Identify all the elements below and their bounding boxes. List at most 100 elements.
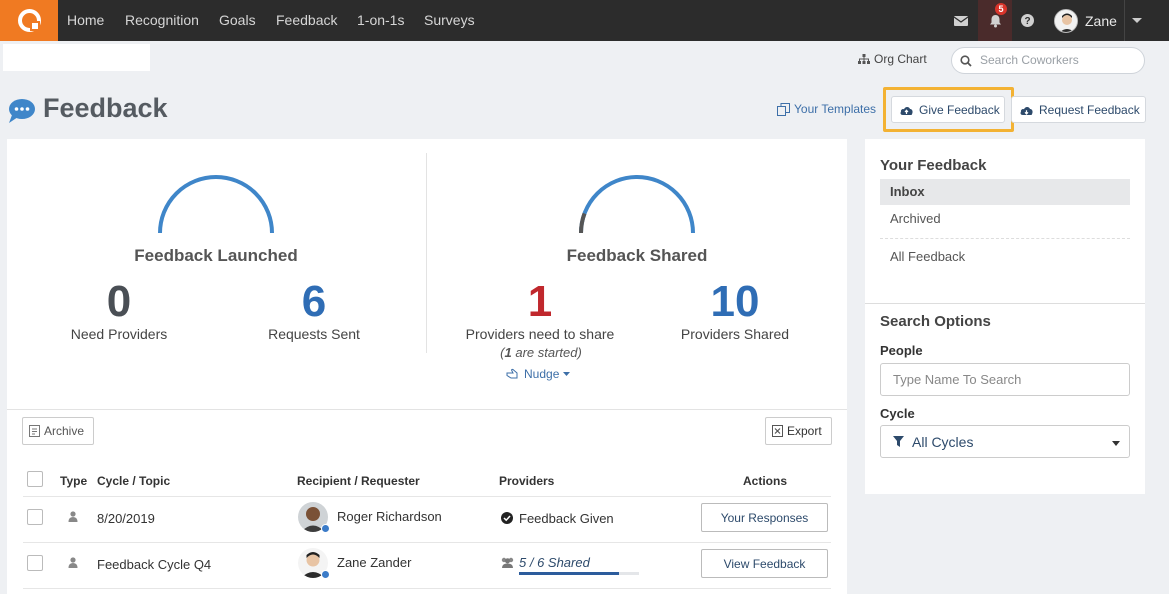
archive-icon: [29, 425, 40, 437]
nav-home[interactable]: Home: [67, 12, 104, 28]
nav-recognition[interactable]: Recognition: [125, 12, 199, 28]
row-checkbox[interactable]: [27, 509, 43, 525]
caret-down-icon: [1131, 18, 1142, 23]
check-circle-icon: [501, 512, 513, 524]
notifications-button[interactable]: 5: [978, 0, 1012, 41]
caret-down-icon: [563, 371, 571, 376]
row-providers-status: Feedback Given: [519, 511, 614, 526]
recipient-avatar: [298, 502, 330, 533]
sitemap-icon: [858, 54, 870, 64]
need-providers-label: Need Providers: [70, 326, 168, 342]
sidebar-divider: [865, 303, 1145, 304]
select-all-checkbox[interactable]: [27, 471, 43, 487]
nav-1on1s[interactable]: 1-on-1s: [357, 12, 404, 28]
cycle-label: Cycle: [880, 406, 915, 421]
cycle-select-value: All Cycles: [912, 434, 974, 450]
providers-shared-count: 10: [710, 277, 760, 326]
col-actions: Actions: [743, 474, 788, 488]
archive-label: Archive: [44, 424, 85, 438]
request-feedback-label: Request Feedback: [1039, 102, 1140, 117]
cycle-select[interactable]: All Cycles: [880, 425, 1130, 458]
row-divider: [23, 588, 831, 589]
your-templates-link[interactable]: Your Templates: [777, 102, 876, 116]
user-avatar: [1054, 8, 1078, 33]
your-feedback-heading: Your Feedback: [880, 157, 987, 174]
notification-badge: 5: [995, 3, 1007, 15]
search-coworkers[interactable]: [951, 47, 1145, 74]
online-status-dot: [321, 524, 330, 533]
search-icon: [960, 55, 972, 67]
row-recipient: Roger Richardson: [337, 509, 442, 524]
person-icon: [68, 557, 78, 568]
cloud-upload-icon: [900, 106, 913, 115]
nav-goals[interactable]: Goals: [219, 12, 256, 28]
excel-icon: [772, 425, 783, 437]
help-button[interactable]: ?: [1010, 0, 1044, 41]
top-navbar: Home Recognition Goals Feedback 1-on-1s …: [0, 0, 1169, 41]
export-button[interactable]: Export: [765, 417, 832, 445]
col-cycle: Cycle / Topic: [97, 474, 171, 488]
give-feedback-button[interactable]: Give Feedback: [891, 96, 1005, 123]
row-cycle: 8/20/2019: [97, 511, 155, 526]
sidebar-item-archived[interactable]: Archived: [880, 206, 1130, 232]
export-label: Export: [787, 424, 822, 438]
user-avatar-image: [1055, 9, 1077, 32]
your-templates-label: Your Templates: [794, 102, 877, 116]
person-icon: [68, 511, 78, 522]
give-feedback-label: Give Feedback: [919, 102, 1000, 117]
cloud-download-icon: [1020, 106, 1033, 115]
requests-sent-label: Requests Sent: [268, 326, 360, 342]
sidebar-item-all-feedback[interactable]: All Feedback: [880, 244, 1130, 270]
messages-button[interactable]: [944, 0, 978, 41]
providers-shared-label: Providers Shared: [680, 326, 790, 342]
row-checkbox[interactable]: [27, 555, 43, 571]
logo-icon: [18, 9, 41, 32]
row-cycle: Feedback Cycle Q4: [97, 557, 212, 572]
row-divider: [23, 542, 831, 543]
nudge-dropdown[interactable]: Nudge: [506, 367, 571, 381]
your-responses-button[interactable]: Your Responses: [701, 503, 828, 532]
people-search-field[interactable]: [880, 363, 1130, 396]
section-divider: [7, 409, 847, 410]
shared-title: Feedback Shared: [566, 246, 708, 265]
nudge-label: Nudge: [524, 367, 560, 381]
nav-surveys[interactable]: Surveys: [424, 12, 475, 28]
recipient-avatar: [298, 548, 330, 579]
sidebar-item-inbox[interactable]: Inbox: [880, 179, 1130, 205]
search-coworkers-input[interactable]: [980, 53, 1135, 67]
org-chart-link[interactable]: Org Chart: [858, 52, 927, 66]
search-options-heading: Search Options: [880, 313, 991, 330]
stats-divider: [426, 153, 427, 353]
shared-progress-fill: [519, 572, 619, 575]
org-chart-label: Org Chart: [874, 52, 927, 66]
people-label: People: [880, 343, 923, 358]
launched-title: Feedback Launched: [134, 246, 298, 265]
people-search-input[interactable]: [893, 372, 1118, 387]
users-icon: [501, 557, 514, 568]
bell-icon: [989, 14, 1001, 27]
launched-gauge: [158, 175, 274, 234]
col-providers: Providers: [499, 474, 555, 488]
app-logo[interactable]: [0, 0, 58, 41]
started-text: are started): [511, 345, 582, 360]
sidebar-dashed-divider: [880, 238, 1130, 239]
nav-feedback[interactable]: Feedback: [276, 12, 337, 28]
archive-button[interactable]: Archive: [22, 417, 94, 445]
help-icon: ?: [1020, 14, 1034, 27]
filter-icon: [893, 436, 904, 447]
caret-down-icon: [1112, 441, 1120, 446]
user-menu[interactable]: Zane: [1045, 0, 1125, 41]
copy-icon: [777, 102, 790, 116]
shared-gauge: [578, 175, 695, 234]
online-status-dot: [321, 570, 330, 579]
speech-bubbles-icon: [9, 99, 35, 123]
view-feedback-button[interactable]: View Feedback: [701, 549, 828, 578]
shared-progress-bar: [519, 572, 639, 575]
need-to-share-label: Providers need to share: [465, 326, 615, 342]
user-menu-toggle[interactable]: [1124, 0, 1148, 41]
row-recipient: Zane Zander: [337, 555, 412, 570]
request-feedback-button[interactable]: Request Feedback: [1011, 96, 1146, 123]
need-providers-count: 0: [106, 277, 132, 326]
sidebar-panel: Your Feedback Inbox Archived All Feedbac…: [865, 139, 1145, 494]
started-note: (1 are started): [500, 345, 582, 360]
